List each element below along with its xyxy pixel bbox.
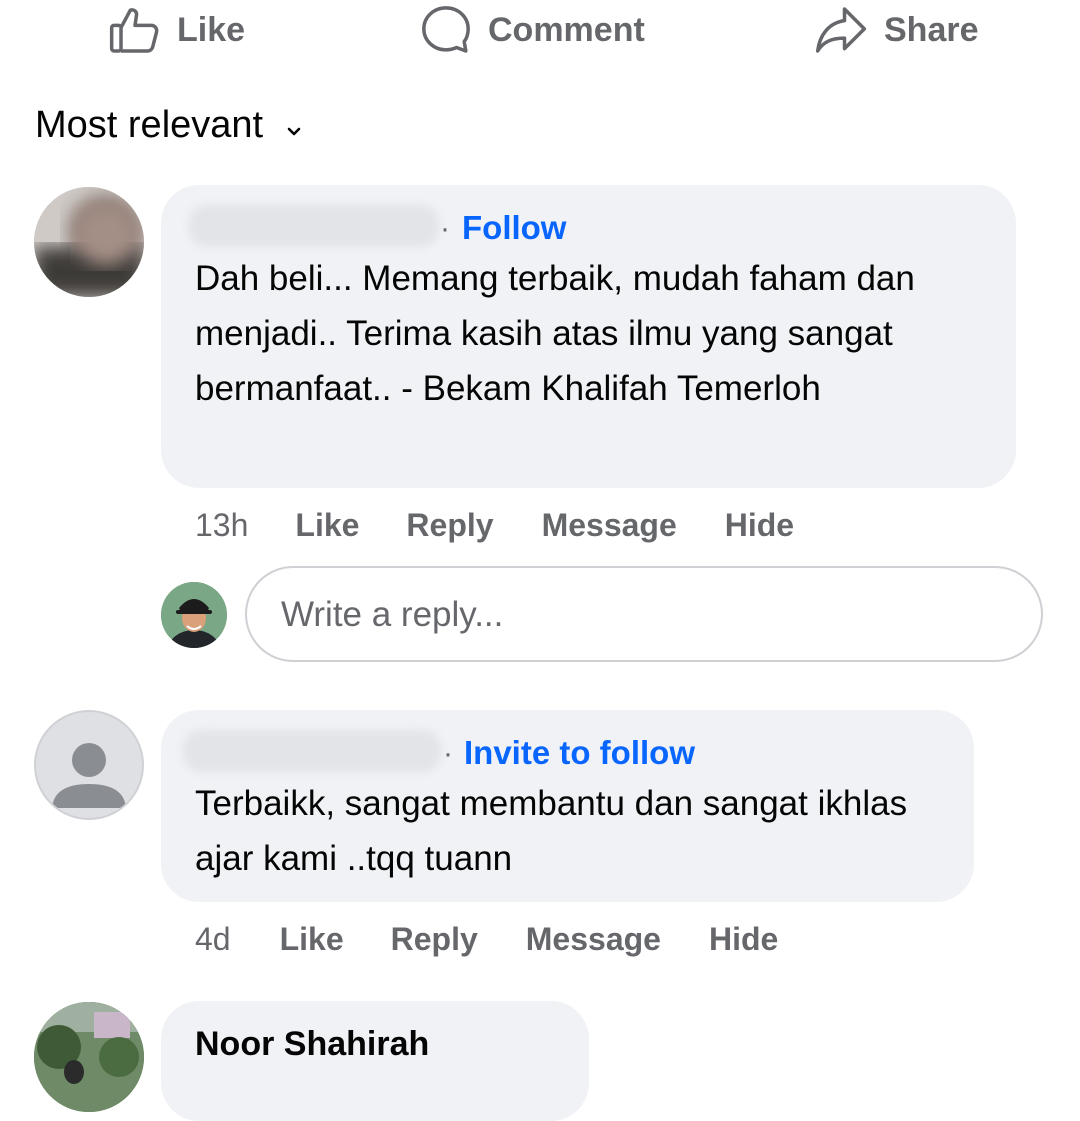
comment-sort-dropdown[interactable]: Most relevant [35, 100, 303, 150]
comment-author-name[interactable]: Noor Shahirah [195, 1025, 429, 1064]
comment-bubble: · Invite to follow Terbaikk, sangat memb… [161, 710, 974, 902]
sort-label: Most relevant [35, 103, 264, 146]
share-action-button[interactable]: Share [812, 2, 979, 58]
comment-bubble-icon [418, 2, 474, 58]
comment-text: Dah beli... Memang terbaik, mudah faham … [195, 259, 915, 408]
comment-action-button[interactable]: Comment [418, 2, 645, 58]
default-user-icon [36, 743, 142, 818]
redacted-author-name [183, 730, 441, 772]
commenter-avatar[interactable] [34, 187, 144, 297]
chevron-down-icon [285, 106, 303, 149]
thumbs-up-icon [107, 2, 163, 58]
comment-bubble: · Follow Dah beli... Memang terbaik, mud… [161, 185, 1016, 488]
reply-input[interactable] [279, 568, 1003, 662]
current-user-avatar [161, 582, 227, 648]
comment-text: Terbaikk, sangat membantu dan sangat ikh… [195, 784, 908, 878]
reply-input-container[interactable] [245, 566, 1043, 662]
invite-to-follow-link[interactable]: Invite to follow [464, 734, 695, 772]
comment-like-button[interactable]: Like [280, 921, 344, 958]
comment-bubble: Noor Shahirah [161, 1001, 589, 1121]
separator-dot: · [443, 737, 453, 770]
comment-reply-button[interactable]: Reply [406, 507, 493, 544]
comment-meta-row: 13h Like Reply Message Hide [195, 502, 794, 548]
separator-dot: · [440, 212, 450, 245]
comment-like-button[interactable]: Like [295, 507, 359, 544]
comment-reply-button[interactable]: Reply [391, 921, 478, 958]
share-action-label: Share [884, 10, 979, 49]
comment-hide-button[interactable]: Hide [709, 921, 778, 958]
comment-action-label: Comment [488, 10, 645, 49]
commenter-avatar[interactable] [34, 710, 144, 820]
comment-message-button[interactable]: Message [542, 507, 677, 544]
like-action-label: Like [177, 10, 246, 49]
comment-timestamp: 4d [195, 920, 231, 957]
commenter-avatar[interactable] [34, 1002, 144, 1112]
comment-message-button[interactable]: Message [526, 921, 661, 958]
share-arrow-icon [812, 2, 870, 58]
like-action-button[interactable]: Like [107, 2, 245, 58]
comment-timestamp: 13h [195, 506, 249, 543]
follow-link[interactable]: Follow [462, 209, 566, 247]
redacted-author-name [189, 205, 439, 247]
comment-hide-button[interactable]: Hide [725, 507, 794, 544]
comment-meta-row: 4d Like Reply Message Hide [195, 916, 778, 962]
